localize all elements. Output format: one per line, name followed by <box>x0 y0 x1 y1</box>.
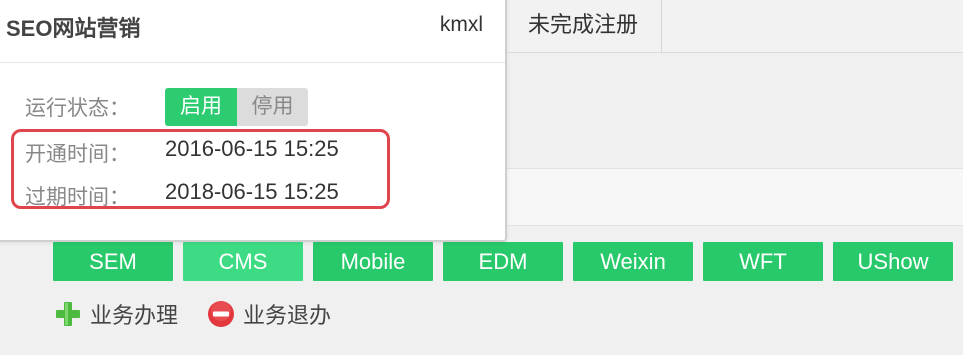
status-toggle[interactable]: 启用 停用 <box>165 88 308 126</box>
status-label: 运行状态： <box>25 97 130 120</box>
popup-username: kmxl <box>439 13 483 36</box>
apply-service-label: 业务办理 <box>90 303 179 328</box>
service-button-cms[interactable]: CMS <box>183 242 303 281</box>
service-button-ushow[interactable]: UShow <box>833 242 953 281</box>
dates-highlight-box <box>11 129 390 209</box>
plus-icon <box>56 302 80 326</box>
apply-service-button[interactable]: 业务办理 <box>54 298 178 330</box>
service-button-mobile[interactable]: Mobile <box>313 242 433 281</box>
service-popup: SEO网站营销 kmxl 运行状态： 启用 停用 开通时间： 2016-06-1… <box>0 0 507 242</box>
service-button-wft[interactable]: WFT <box>703 242 823 281</box>
disable-button[interactable]: 停用 <box>237 88 308 126</box>
popup-header: SEO网站营销 kmxl <box>0 0 505 63</box>
service-button-weixin[interactable]: Weixin <box>573 242 693 281</box>
cancel-service-button[interactable]: 业务退办 <box>207 298 331 330</box>
service-button-sem[interactable]: SEM <box>53 242 173 281</box>
minus-circle-icon <box>208 301 234 327</box>
enable-button[interactable]: 启用 <box>165 88 237 126</box>
popup-title: SEO网站营销 <box>6 16 141 41</box>
service-button-edm[interactable]: EDM <box>443 242 563 281</box>
tab-unregistered[interactable]: 未完成注册 <box>505 0 662 52</box>
cancel-service-label: 业务退办 <box>243 303 332 328</box>
